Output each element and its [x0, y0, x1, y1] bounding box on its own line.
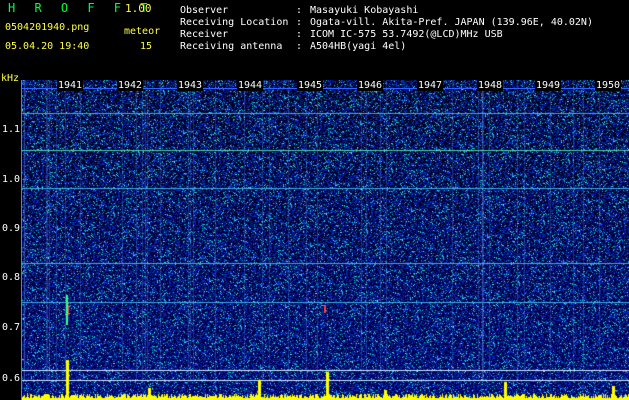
time-tick-label: 1948 [477, 80, 504, 91]
time-tick-label: 1949 [535, 80, 562, 91]
time-tick-label: 1945 [297, 80, 324, 91]
freq-tick-label: 0.9 [2, 223, 21, 234]
info-label: Observer [180, 5, 229, 16]
info-label: Receiver [180, 29, 229, 40]
time-tick-label: 1947 [417, 80, 444, 91]
freq-tick-label: 0.7 [2, 322, 21, 333]
info-row-antenna: Receiving antenna: A504HB(yagi 4el) [180, 41, 407, 52]
time-tick-label: 1944 [237, 80, 264, 91]
time-tick-label: 1941 [57, 80, 84, 91]
freq-tick-label: 1.0 [2, 174, 21, 185]
info-row-observer: Observer: Masayuki Kobayashi [180, 5, 419, 16]
header-panel: H R O F F T 1.00 0504201940.png 05.04.20… [0, 0, 629, 70]
freq-tick-label: 0.6 [2, 373, 21, 384]
app-version: 1.00 [125, 2, 152, 15]
time-tick-label: 1946 [357, 80, 384, 91]
time-tick-label: 1950 [595, 80, 622, 91]
spectrogram-canvas[interactable] [22, 80, 629, 400]
meteor-label: meteor [124, 26, 161, 37]
date-time: 05.04.20 19:40 [5, 41, 90, 52]
time-tick-label: 1942 [117, 80, 144, 91]
freq-axis-line [21, 80, 22, 400]
freq-unit-label: kHz [1, 73, 20, 84]
freq-tick-label: 1.1 [2, 124, 21, 135]
info-label: Receiving antenna [180, 41, 283, 52]
info-row-location: Receiving Location: Ogata-vill. Akita-Pr… [180, 17, 593, 28]
info-value: ICOM IC-575 53.7492(@LCD)MHz USB [310, 29, 503, 40]
freq-tick-label: 0.8 [2, 272, 21, 283]
meteor-count: 15 [140, 41, 153, 52]
file-name: 0504201940.png [5, 22, 90, 33]
info-label: Receiving Location [180, 17, 289, 28]
info-value: Ogata-vill. Akita-Pref. JAPAN (139.96E, … [310, 17, 593, 28]
time-tick-label: 1943 [177, 80, 204, 91]
station-info: Observer: Masayuki Kobayashi Receiving L… [180, 5, 593, 53]
info-row-receiver: Receiver: ICOM IC-575 53.7492(@LCD)MHz U… [180, 29, 503, 40]
info-value: A504HB(yagi 4el) [310, 41, 407, 52]
info-value: Masayuki Kobayashi [310, 5, 419, 16]
